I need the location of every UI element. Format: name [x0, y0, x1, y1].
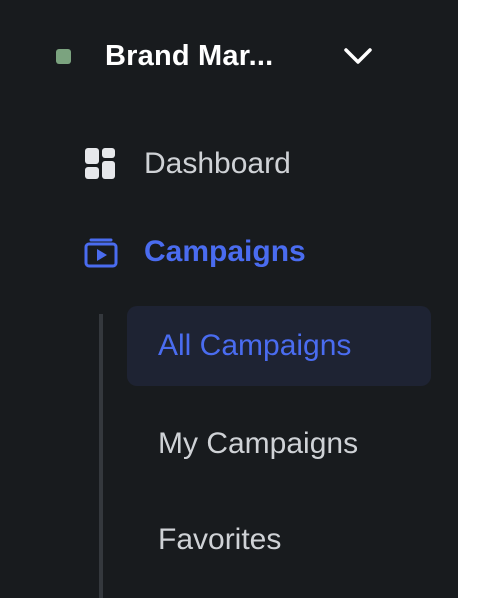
sidebar-item-dashboard[interactable]: Dashboard [80, 140, 291, 188]
media-play-icon [80, 232, 120, 272]
status-dot-icon [56, 48, 71, 64]
sidebar-subitem-all-campaigns[interactable]: All Campaigns [127, 306, 431, 386]
sidebar-subitem-label: All Campaigns [158, 329, 352, 362]
content-area-edge [458, 0, 504, 598]
sidebar: Brand Mar... Dashboard Campaigns All Cam… [0, 0, 458, 598]
sidebar-item-campaigns[interactable]: Campaigns [80, 228, 306, 276]
dashboard-grid-icon [80, 144, 120, 184]
submenu-indent-line [99, 314, 103, 598]
sidebar-subitem-label: My Campaigns [158, 427, 359, 460]
workspace-name: Brand Mar... [105, 39, 274, 72]
sidebar-subitem-my-campaigns[interactable]: My Campaigns [127, 404, 431, 484]
sidebar-item-label: Dashboard [144, 147, 291, 180]
sidebar-subitem-favorites[interactable]: Favorites [127, 500, 431, 580]
chevron-down-icon[interactable] [342, 44, 374, 68]
sidebar-item-label: Campaigns [144, 235, 306, 268]
workspace-switcher[interactable]: Brand Mar... [56, 30, 386, 82]
sidebar-subitem-label: Favorites [158, 523, 282, 556]
